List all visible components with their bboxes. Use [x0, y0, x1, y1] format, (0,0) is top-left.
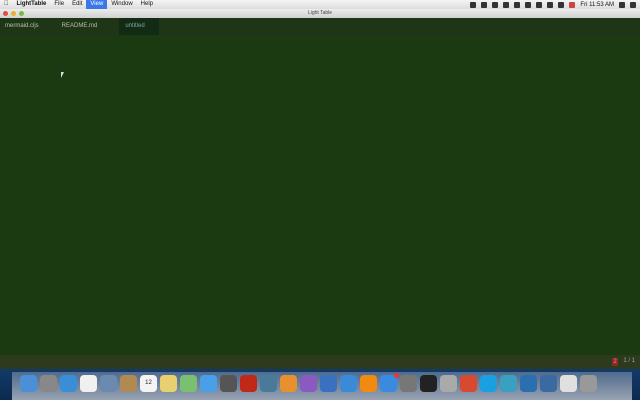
tab-bar: mermaid.cljs README.md untitled — [0, 18, 640, 35]
menu-edit[interactable]: Edit — [68, 0, 86, 9]
notification-center-icon[interactable] — [630, 1, 636, 8]
dock-launchpad-icon[interactable] — [40, 375, 57, 392]
bluetooth-icon[interactable] — [536, 1, 543, 8]
dock-itunes-icon[interactable] — [340, 375, 357, 392]
menu-view[interactable]: View — [86, 0, 108, 9]
dock-maps-icon[interactable] — [180, 375, 197, 392]
wifi-icon[interactable] — [547, 1, 554, 8]
dock-messages-icon[interactable] — [200, 375, 217, 392]
mouse-pointer-icon — [61, 72, 64, 78]
dock-calendar-icon[interactable]: 12 — [140, 375, 157, 392]
dock-trash-icon[interactable] — [580, 375, 597, 392]
dock-keynote-icon[interactable] — [320, 375, 337, 392]
dock-ibooks-icon[interactable] — [360, 375, 377, 392]
dock-terminal-icon[interactable] — [420, 375, 437, 392]
dock-app-store-icon[interactable] — [380, 373, 399, 392]
menu-help[interactable]: Help — [137, 0, 157, 9]
app-menu[interactable]: LightTable — [13, 0, 51, 9]
spotlight-search-icon[interactable] — [619, 1, 625, 8]
tab-mermaid-cljs[interactable]: mermaid.cljs — [0, 18, 57, 35]
dock-quicktime-icon[interactable] — [500, 375, 517, 392]
dock-finder-icon[interactable] — [20, 375, 37, 392]
dock-numbers-icon[interactable] — [300, 375, 317, 392]
dock-facetime-icon[interactable] — [220, 375, 237, 392]
dock-photo-booth-icon[interactable] — [240, 375, 257, 392]
dock-network-icon[interactable] — [540, 375, 557, 392]
dock-system-preferences-icon[interactable] — [400, 375, 417, 392]
cursor-position: 1 / 1 — [623, 358, 635, 364]
editor[interactable] — [0, 35, 640, 355]
dropbox-icon[interactable] — [492, 1, 499, 8]
status-bar: 2 1 / 1 — [0, 355, 640, 369]
volume-icon[interactable] — [558, 1, 565, 8]
tab-untitled[interactable]: untitled — [119, 18, 159, 35]
window-titlebar: Light Table — [0, 9, 640, 18]
dock-preview-icon[interactable] — [100, 375, 117, 392]
dock-iphoto-icon[interactable] — [260, 375, 277, 392]
status-icon[interactable] — [481, 1, 488, 8]
notification-badge — [394, 373, 399, 378]
apple-menu-icon[interactable]:  — [0, 0, 13, 9]
error-count-badge[interactable]: 2 — [612, 358, 618, 366]
zoom-window-button[interactable] — [19, 11, 24, 16]
dock-utility-icon[interactable] — [440, 375, 457, 392]
dock-safari-icon[interactable] — [60, 375, 77, 392]
status-icon[interactable] — [503, 1, 510, 8]
menu-bar:  LightTable File Edit View Window Help … — [0, 0, 640, 9]
flag-icon[interactable] — [569, 1, 576, 8]
clock[interactable]: Fri 11:53 AM — [580, 2, 614, 8]
status-icon[interactable] — [470, 1, 477, 8]
status-icon[interactable] — [514, 1, 521, 8]
dock-photos-icon[interactable] — [80, 375, 97, 392]
menu-window[interactable]: Window — [107, 0, 136, 9]
battery-icon[interactable] — [525, 1, 532, 8]
close-window-button[interactable] — [3, 11, 8, 16]
dock-downloads-icon[interactable] — [560, 375, 577, 392]
dock-contacts-icon[interactable] — [120, 375, 137, 392]
dock-notes-icon[interactable] — [160, 375, 177, 392]
tab-readme-md[interactable]: README.md — [57, 18, 116, 35]
dock-skype-icon[interactable] — [480, 375, 497, 392]
dock: 12 — [12, 372, 632, 400]
dock-chrome-icon[interactable] — [460, 375, 477, 392]
minimize-window-button[interactable] — [11, 11, 16, 16]
dock-light-table-icon[interactable] — [520, 375, 537, 392]
dock-pages-icon[interactable] — [280, 375, 297, 392]
window-title: Light Table — [307, 10, 333, 16]
menu-file[interactable]: File — [50, 0, 68, 9]
